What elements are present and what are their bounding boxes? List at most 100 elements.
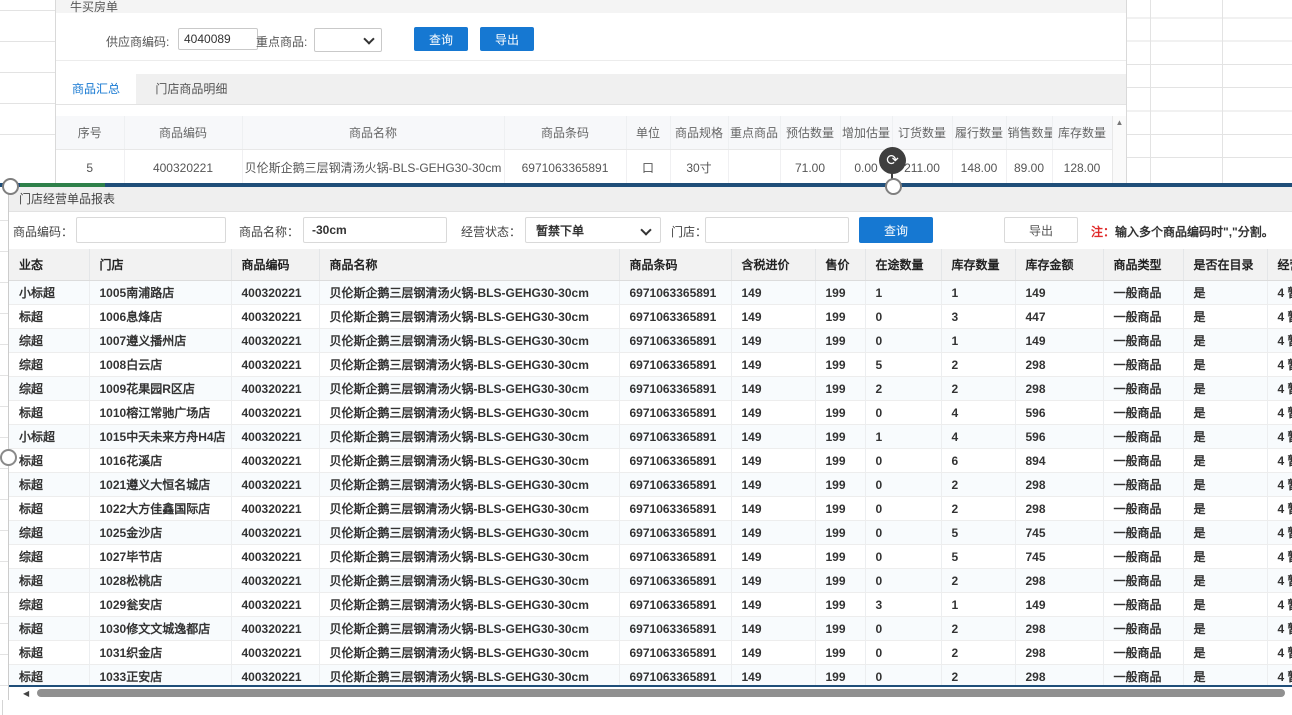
table-cell: 149 — [731, 641, 815, 665]
table-row[interactable]: 标超1021遵义大恒名城店400320221贝伦斯企鹅三层钢清汤火锅-BLS-G… — [9, 473, 1292, 497]
table-cell: 0 — [865, 569, 941, 593]
table-cell: 贝伦斯企鹅三层钢清汤火锅-BLS-GEHG30-30cm — [319, 425, 619, 449]
table-cell: 400320221 — [231, 281, 319, 305]
table-cell: 400320221 — [231, 473, 319, 497]
spreadsheet-grid-left-lower — [0, 190, 8, 700]
table-row[interactable]: 小标超1005南浦路店400320221贝伦斯企鹅三层钢清汤火锅-BLS-GEH… — [9, 281, 1292, 305]
table-cell: 标超 — [9, 641, 89, 665]
column-header: 含税进价 — [731, 249, 815, 281]
table-row[interactable]: 标超1006息烽店400320221贝伦斯企鹅三层钢清汤火锅-BLS-GEHG3… — [9, 305, 1292, 329]
key-product-select[interactable] — [314, 28, 382, 52]
table-row[interactable]: 标超1022大方佳鑫国际店400320221贝伦斯企鹅三层钢清汤火锅-BLS-G… — [9, 497, 1292, 521]
table-cell: 贝伦斯企鹅三层钢清汤火锅-BLS-GEHG30-30cm — [319, 641, 619, 665]
table-cell: 6971063365891 — [619, 281, 731, 305]
table-cell: 1 — [941, 329, 1015, 353]
product-summary-table: 序号商品编码商品名称商品条码单位商品规格重点商品预估数量增加估量订货数量履行数量… — [56, 116, 1113, 183]
table-cell: 1006息烽店 — [89, 305, 231, 329]
store-input[interactable] — [705, 217, 849, 243]
table-bottom-border — [9, 685, 1292, 687]
table-cell: 298 — [1015, 497, 1103, 521]
table-row[interactable]: 综超1007遵义播州店400320221贝伦斯企鹅三层钢清汤火锅-BLS-GEH… — [9, 329, 1292, 353]
table-cell: 2 — [941, 641, 1015, 665]
table-cell: 199 — [815, 329, 865, 353]
status-select[interactable]: 暂禁下单 — [525, 217, 661, 243]
table-row[interactable]: 综超1025金沙店400320221贝伦斯企鹅三层钢清汤火锅-BLS-GEHG3… — [9, 521, 1292, 545]
scroll-left-icon[interactable]: ◀ — [23, 689, 29, 698]
table-row[interactable]: 综超1027毕节店400320221贝伦斯企鹅三层钢清汤火锅-BLS-GEHG3… — [9, 545, 1292, 569]
table-cell: 是 — [1183, 281, 1267, 305]
table-cell: 149 — [731, 617, 815, 641]
table-cell: 0 — [865, 521, 941, 545]
column-header: 商品条码 — [619, 249, 731, 281]
table-cell: 149 — [731, 353, 815, 377]
table-cell: 1016花溪店 — [89, 449, 231, 473]
table-cell: 745 — [1015, 521, 1103, 545]
table-row[interactable]: 标超1010榕江常驰广场店400320221贝伦斯企鹅三层钢清汤火锅-BLS-G… — [9, 401, 1292, 425]
top-export-button[interactable]: 导出 — [480, 27, 534, 51]
table-cell: 贝伦斯企鹅三层钢清汤火锅-BLS-GEHG30-30cm — [242, 150, 504, 184]
table-row[interactable]: 标超1016花溪店400320221贝伦斯企鹅三层钢清汤火锅-BLS-GEHG3… — [9, 449, 1292, 473]
table-cell: 298 — [1015, 377, 1103, 401]
table-cell: 小标超 — [9, 425, 89, 449]
tab-store-product-detail[interactable]: 门店商品明细 — [139, 74, 243, 104]
table-row[interactable]: 综超1009花果园R区店400320221贝伦斯企鹅三层钢清汤火锅-BLS-GE… — [9, 377, 1292, 401]
table-cell: 149 — [731, 593, 815, 617]
table-cell: 149 — [731, 305, 815, 329]
top-query-button[interactable]: 查询 — [414, 27, 468, 51]
splitter-handle-center[interactable] — [885, 178, 902, 195]
scroll-up-icon[interactable]: ▲ — [1113, 119, 1126, 127]
column-header: 商品名称 — [319, 249, 619, 281]
table-row[interactable]: 标超1030修文文城逸都店400320221贝伦斯企鹅三层钢清汤火锅-BLS-G… — [9, 617, 1292, 641]
table-cell: 综超 — [9, 329, 89, 353]
vertical-scrollbar[interactable]: ▲ — [1112, 116, 1126, 183]
table-cell: 149 — [731, 569, 815, 593]
table-row[interactable]: 标超1028松桃店400320221贝伦斯企鹅三层钢清汤火锅-BLS-GEHG3… — [9, 569, 1292, 593]
column-header: 履行数量 — [952, 116, 1006, 150]
table-cell: 贝伦斯企鹅三层钢清汤火锅-BLS-GEHG30-30cm — [319, 497, 619, 521]
table-cell: 贝伦斯企鹅三层钢清汤火锅-BLS-GEHG30-30cm — [319, 305, 619, 329]
table-cell: 199 — [815, 401, 865, 425]
splitter-handle-left[interactable] — [2, 178, 19, 195]
table-cell: 贝伦斯企鹅三层钢清汤火锅-BLS-GEHG30-30cm — [319, 521, 619, 545]
table-cell: 小标超 — [9, 281, 89, 305]
table-cell: 贝伦斯企鹅三层钢清汤火锅-BLS-GEHG30-30cm — [319, 617, 619, 641]
status-select-value: 暂禁下单 — [526, 224, 584, 238]
table-cell: 0 — [865, 305, 941, 329]
table-cell: 6971063365891 — [619, 617, 731, 641]
table-cell: 一般商品 — [1103, 473, 1183, 497]
report-export-button[interactable]: 导出 — [1004, 217, 1078, 243]
table-row[interactable]: 5400320221贝伦斯企鹅三层钢清汤火锅-BLS-GEHG30-30cm69… — [56, 150, 1112, 184]
table-cell: 400320221 — [124, 150, 242, 184]
table-row[interactable]: 标超1033正安店400320221贝伦斯企鹅三层钢清汤火锅-BLS-GEHG3… — [9, 665, 1292, 686]
table-row[interactable]: 标超1031织金店400320221贝伦斯企鹅三层钢清汤火锅-BLS-GEHG3… — [9, 641, 1292, 665]
table-cell: 298 — [1015, 641, 1103, 665]
table-cell: 745 — [1015, 545, 1103, 569]
table-cell: 0 — [865, 329, 941, 353]
table-cell: 标超 — [9, 401, 89, 425]
table-cell: 400320221 — [231, 665, 319, 686]
pane-splitter[interactable] — [0, 183, 1292, 187]
report-query-button[interactable]: 查询 — [859, 217, 933, 243]
horizontal-scrollbar-thumb[interactable] — [37, 689, 1285, 697]
table-cell: 4 暂禁下单 — [1267, 329, 1292, 353]
splitter-handle-side[interactable] — [0, 449, 17, 466]
table-cell: 400320221 — [231, 449, 319, 473]
table-header-row: 业态门店商品编码商品名称商品条码含税进价售价在途数量库存数量库存金额商品类型是否… — [9, 249, 1292, 281]
table-cell: 贝伦斯企鹅三层钢清汤火锅-BLS-GEHG30-30cm — [319, 353, 619, 377]
table-cell: 一般商品 — [1103, 305, 1183, 329]
table-row[interactable]: 小标超1015中天未来方舟H4店400320221贝伦斯企鹅三层钢清汤火锅-BL… — [9, 425, 1292, 449]
table-cell: 是 — [1183, 569, 1267, 593]
tab-product-summary[interactable]: 商品汇总 — [56, 74, 136, 104]
table-row[interactable]: 综超1029瓮安店400320221贝伦斯企鹅三层钢清汤火锅-BLS-GEHG3… — [9, 593, 1292, 617]
table-cell: 综超 — [9, 521, 89, 545]
refresh-icon[interactable]: ⟳ — [879, 147, 906, 174]
table-row[interactable]: 综超1008白云店400320221贝伦斯企鹅三层钢清汤火锅-BLS-GEHG3… — [9, 353, 1292, 377]
product-name-input[interactable] — [303, 217, 447, 243]
column-header: 库存数量 — [941, 249, 1015, 281]
table-cell: 贝伦斯企鹅三层钢清汤火锅-BLS-GEHG30-30cm — [319, 449, 619, 473]
product-code-input[interactable] — [76, 217, 226, 243]
column-header: 业态 — [9, 249, 89, 281]
column-header: 商品规格 — [670, 116, 728, 150]
table-cell: 一般商品 — [1103, 353, 1183, 377]
supplier-code-input[interactable] — [178, 28, 258, 50]
